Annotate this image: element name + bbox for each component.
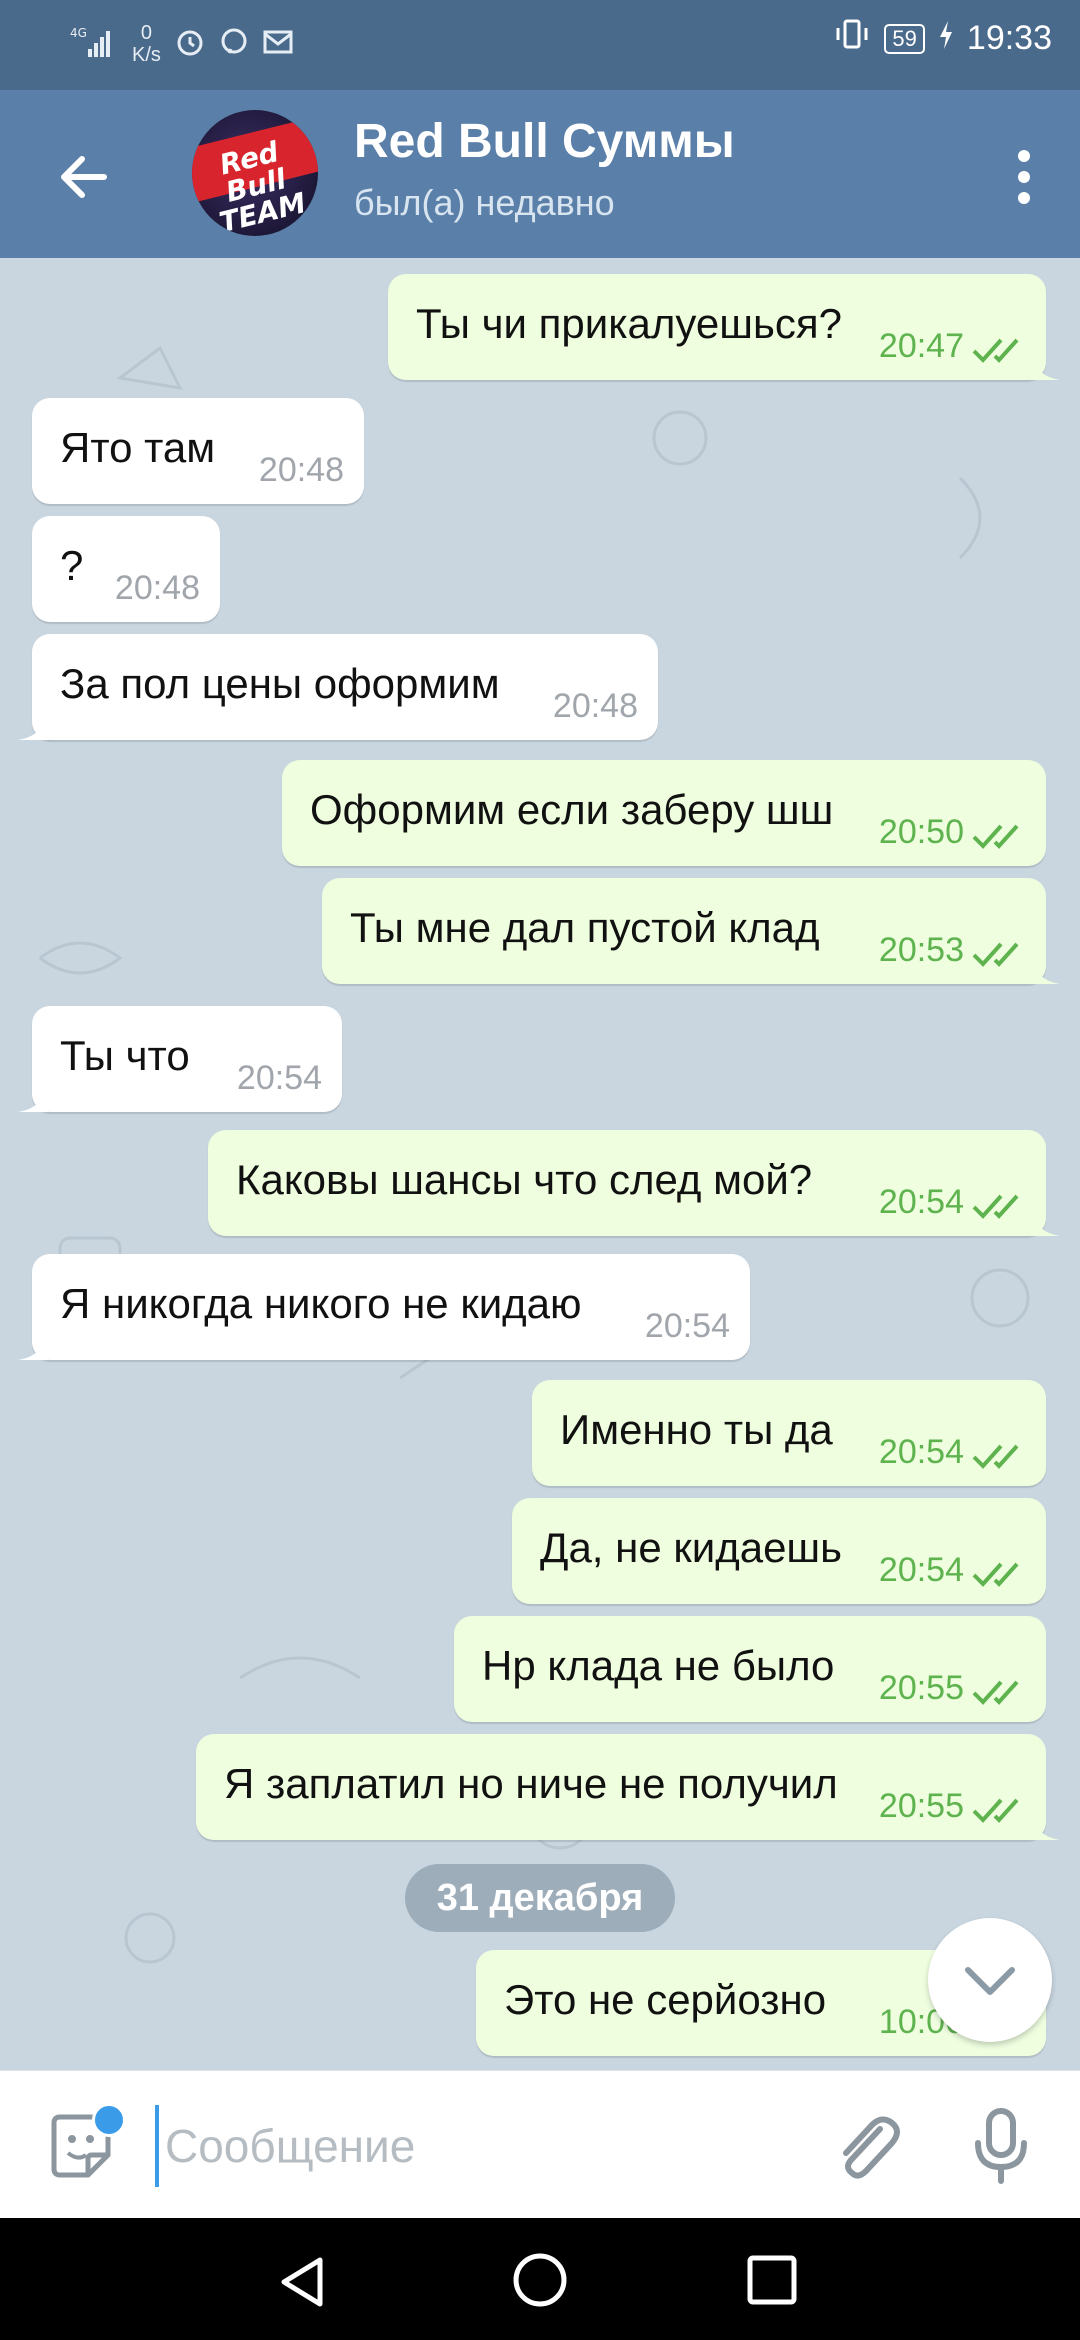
double-check-icon [972, 942, 1019, 967]
message-text: Да, не кидаешь [540, 1524, 842, 1571]
message-bubble-outgoing[interactable]: Нр клада не было 20:55 [454, 1616, 1046, 1722]
status-right: 59 19:33 [834, 18, 1052, 59]
nav-home-button[interactable] [510, 2250, 570, 2310]
more-vertical-icon [1018, 150, 1030, 204]
double-check-icon [972, 1444, 1019, 1469]
message-time: 20:48 [114, 569, 200, 607]
message-text: Именно ты да [560, 1406, 833, 1453]
message-text: За пол цены оформим [60, 660, 500, 707]
message-text: Нр клада не было [482, 1642, 835, 1689]
bubble-tail [1030, 954, 1060, 984]
nav-back-button[interactable] [274, 2252, 334, 2312]
status-time: 19:33 [966, 19, 1052, 57]
message-text: ? [60, 542, 84, 589]
double-check-icon [972, 1194, 1019, 1219]
notification-dot [92, 2103, 126, 2137]
message-time: 20:48 [552, 687, 638, 725]
message-text: Я никогда никого не кидаю [60, 1280, 582, 1327]
chevron-down-icon [965, 1967, 1015, 1995]
bubble-tail [1030, 1206, 1060, 1236]
network-speed: 0 K/s [132, 22, 161, 66]
square-recents-icon [747, 2255, 797, 2305]
net-speed-value: 0 [140, 22, 153, 44]
alarm-icon [175, 27, 205, 62]
scroll-down-button[interactable] [928, 1918, 1052, 2042]
more-menu-button[interactable] [994, 142, 1054, 212]
mail-icon [263, 30, 293, 59]
avatar[interactable]: Red Bull TEAM [192, 110, 318, 236]
bubble-tail [18, 1082, 48, 1112]
charging-icon [939, 19, 953, 58]
arrow-left-icon [61, 156, 107, 198]
message-time: 20:54 [644, 1307, 730, 1345]
vibrate-icon [834, 18, 870, 59]
status-bar: 4G 0 K/s 59 19:33 [0, 0, 1080, 90]
message-time: 20:48 [258, 451, 344, 489]
message-text: Оформим если заберу шш [310, 786, 834, 833]
message-list[interactable]: Ты чи прикалуешься? 20:47 Ято там 20:48 … [0, 258, 1080, 2070]
attach-button[interactable] [826, 2101, 906, 2191]
system-navigation-bar [0, 2218, 1080, 2340]
battery-indicator: 59 [884, 23, 925, 54]
double-check-icon [972, 1680, 1019, 1705]
message-text: Ты мне дал пустой клад [350, 904, 820, 951]
message-time: 20:50 [878, 813, 964, 851]
message-text: Ты что [60, 1032, 190, 1079]
message-time: 20:54 [236, 1059, 322, 1097]
viber-icon [219, 27, 249, 62]
circle-home-icon [513, 2253, 567, 2307]
message-time: 20:54 [878, 1551, 964, 1589]
message-bubble-incoming[interactable]: За пол цены оформим 20:48 [18, 634, 658, 740]
message-bubble-outgoing[interactable]: Я заплатил но ниче не получил 20:55 [196, 1734, 1060, 1840]
bubble-tail [18, 710, 48, 740]
message-bubble-incoming[interactable]: Ты что 20:54 [18, 1006, 342, 1112]
message-text: Ты чи прикалуешься? [416, 300, 842, 347]
message-time: 20:53 [878, 931, 964, 969]
chat-subtitle: был(а) недавно [354, 182, 615, 223]
message-text: Это не серйозно [504, 1976, 827, 2023]
net-speed-unit: K/s [132, 44, 161, 66]
message-composer [0, 2070, 1080, 2219]
bubble-tail [1030, 350, 1060, 380]
status-left: 4G 0 K/s [70, 22, 293, 66]
message-time: 20:55 [878, 1669, 964, 1707]
microphone-button[interactable] [966, 2101, 1036, 2191]
double-check-icon [972, 338, 1019, 363]
message-text: Ято там [60, 424, 216, 471]
microphone-icon [975, 2108, 1027, 2184]
double-check-icon [972, 824, 1019, 849]
message-input[interactable] [155, 2105, 807, 2187]
chat-title[interactable]: Red Bull Суммы [354, 114, 735, 169]
message-time: 20:55 [878, 1787, 964, 1825]
nav-recents-button[interactable] [744, 2252, 800, 2308]
paperclip-icon [843, 2116, 900, 2179]
signal-icon: 4G [70, 25, 118, 64]
date-divider: 31 декабря [405, 1864, 675, 1932]
chat-header: Red Bull TEAM Red Bull Суммы был(а) неда… [0, 90, 1080, 258]
triangle-back-icon [281, 2257, 323, 2307]
message-bubble-incoming[interactable]: Ято там 20:48 [32, 398, 364, 504]
message-time: 20:54 [878, 1433, 964, 1471]
message-text: Каковы шансы что след мой? [236, 1156, 813, 1203]
message-time: 20:54 [878, 1183, 964, 1221]
back-button[interactable] [48, 142, 118, 212]
double-check-icon [972, 1798, 1019, 1823]
message-bubble-incoming[interactable]: Я никогда никого не кидаю 20:54 [18, 1254, 750, 1360]
message-bubble-outgoing[interactable]: Да, не кидаешь 20:54 [512, 1498, 1046, 1604]
double-check-icon [972, 1562, 1019, 1587]
message-bubble-outgoing[interactable]: Ты мне дал пустой клад 20:53 [322, 878, 1060, 984]
message-text: Я заплатил но ниче не получил [224, 1760, 838, 1807]
message-bubble-incoming[interactable]: ? 20:48 [32, 516, 220, 622]
message-bubble-outgoing[interactable]: Оформим если заберу шш 20:50 [282, 760, 1046, 866]
message-bubble-outgoing[interactable]: Каковы шансы что след мой? 20:54 [208, 1130, 1060, 1236]
svg-text:4G: 4G [70, 26, 87, 40]
bubble-tail [1030, 1810, 1060, 1840]
bubble-tail [18, 1330, 48, 1360]
message-bubble-outgoing[interactable]: Ты чи прикалуешься? 20:47 [388, 274, 1060, 380]
message-bubble-outgoing[interactable]: Именно ты да 20:54 [532, 1380, 1046, 1486]
message-time: 20:47 [878, 327, 964, 365]
